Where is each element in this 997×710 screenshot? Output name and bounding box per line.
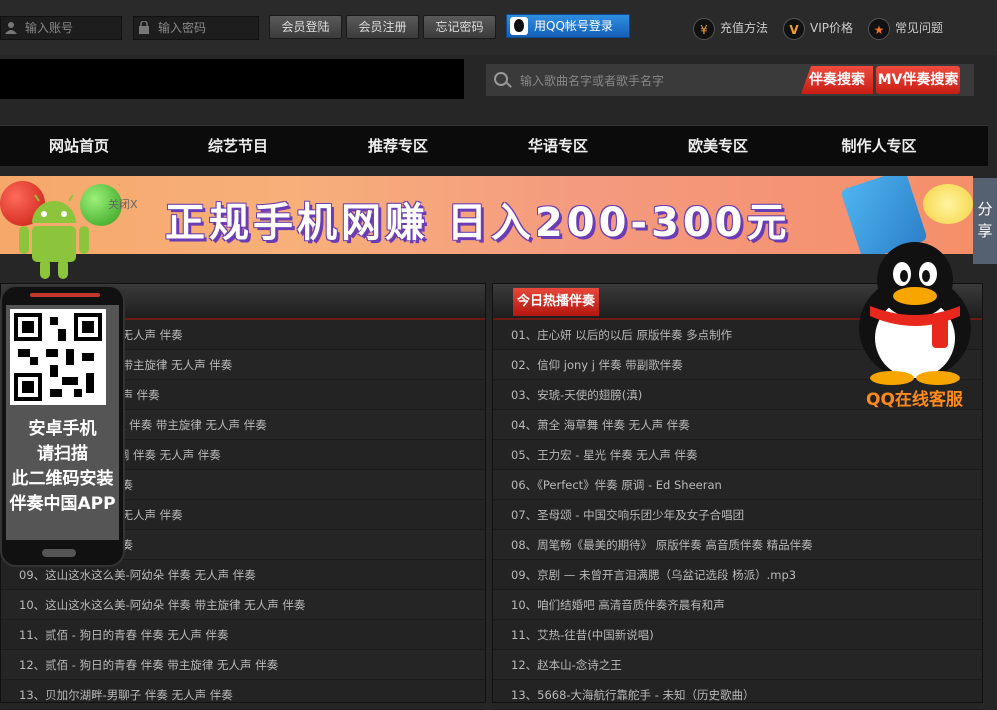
list-item[interactable]: 05、王力宏 - 星光 伴奏 无人声 伴奏 (493, 440, 982, 470)
qr-text-line: 请扫描 (37, 444, 88, 464)
account-field[interactable]: 输入账号 (0, 16, 122, 40)
phone-home-button (42, 549, 76, 557)
hot-today-title: 今日热播伴奏 (513, 288, 600, 316)
vip-price-link[interactable]: V VIP价格 (783, 15, 853, 41)
main-nav: 网站首页 综艺节目 推荐专区 华语专区 欧美专区 制作人专区 (0, 125, 988, 166)
yen-icon: ¥ (693, 17, 715, 40)
logo-area (0, 59, 464, 99)
password-field[interactable]: 输入密码 (133, 16, 259, 40)
nav-home[interactable]: 网站首页 (19, 126, 139, 166)
register-button[interactable]: 会员注册 (346, 15, 419, 39)
qq-penguin-icon (510, 17, 528, 35)
login-button[interactable]: 会员登陆 (269, 15, 342, 39)
list-item[interactable]: 06、《Perfect》伴奏 原调 - Ed Sheeran (493, 470, 982, 500)
nav-producer[interactable]: 制作人专区 (819, 126, 939, 166)
qr-text-line: 此二维码安装 (11, 469, 114, 489)
vip-icon: V (783, 17, 805, 40)
list-item[interactable]: 11、艾热-往昔(中国新说唱) (493, 620, 982, 650)
qr-text-line: 伴奏中国APP (9, 494, 116, 514)
recharge-link[interactable]: ¥ 充值方法 (693, 15, 768, 41)
phone-screen: 安卓手机 请扫描 此二维码安装 伴奏中国APP (6, 305, 119, 540)
forgot-password-button[interactable]: 忘记密码 (423, 15, 496, 39)
qq-penguin-icon[interactable] (852, 240, 978, 385)
app-qr-widget[interactable]: 安卓手机 请扫描 此二维码安装 伴奏中国APP (0, 285, 125, 567)
list-item[interactable]: 11、贰佰 - 狗日的青春 伴奏 无人声 伴奏 (1, 620, 485, 650)
qr-code-icon (10, 309, 106, 405)
user-icon (5, 19, 17, 34)
search-icon (494, 72, 508, 86)
nav-chinese[interactable]: 华语专区 (498, 126, 618, 166)
list-item[interactable]: 12、贰佰 - 狗日的青春 伴奏 带主旋律 无人声 伴奏 (1, 650, 485, 680)
qr-text-line: 安卓手机 (28, 419, 97, 439)
android-robot-icon (14, 193, 94, 283)
qq-login-button[interactable]: 用QQ帐号登录 (506, 14, 630, 38)
list-item[interactable]: 10、咱们结婚吧 高清音质伴奏齐晨有和声 (493, 590, 982, 620)
coin-icon (923, 184, 973, 224)
list-item[interactable]: 10、这山这水这么美-阿幼朵 伴奏 带主旋律 无人声 伴奏 (1, 590, 485, 620)
list-item[interactable]: 13、贝加尔湖畔-男聊子 伴奏 无人声 伴奏 (1, 680, 485, 710)
list-item[interactable]: 07、圣母颂 - 中国交响乐团少年及女子合唱团 (493, 500, 982, 530)
star-icon: ★ (868, 17, 890, 40)
mv-search-button[interactable]: MV伴奏搜索 (876, 66, 960, 94)
nav-recommended[interactable]: 推荐专区 (338, 126, 458, 166)
search-input[interactable]: 输入歌曲名字或者歌手名字 (520, 72, 664, 89)
faq-link[interactable]: ★ 常见问题 (868, 15, 943, 41)
list-item[interactable]: 12、赵本山-念诗之王 (493, 650, 982, 680)
banner-text: 正规手机网赚 日入200-300元 (165, 200, 791, 246)
list-item[interactable]: 13、5668-大海航行靠舵手 - 未知（历史歌曲） (493, 680, 982, 710)
qq-service-label[interactable]: QQ在线客服 (866, 385, 963, 410)
banner-close-button[interactable]: 关闭X (108, 196, 138, 212)
lock-icon (138, 19, 150, 34)
accompaniment-search-button[interactable]: 伴奏搜索 (801, 66, 873, 94)
ad-banner[interactable]: 正规手机网赚 日入200-300元 (0, 176, 973, 254)
list-item[interactable]: 08、周笔畅《最美的期待》 原版伴奏 高音质伴奏 精品伴奏 (493, 530, 982, 560)
list-item[interactable]: 09、京剧 — 未曾开言泪满腮（乌盆记选段 杨派）.mp3 (493, 560, 982, 590)
nav-western[interactable]: 欧美专区 (658, 126, 778, 166)
list-item[interactable]: 04、萧全 海草舞 伴奏 无人声 伴奏 (493, 410, 982, 440)
nav-variety[interactable]: 综艺节目 (178, 126, 298, 166)
phone-speaker (30, 293, 100, 297)
top-bar: 输入账号 输入密码 会员登陆 会员注册 忘记密码 用QQ帐号登录 ¥ 充值方法 V… (0, 0, 997, 55)
